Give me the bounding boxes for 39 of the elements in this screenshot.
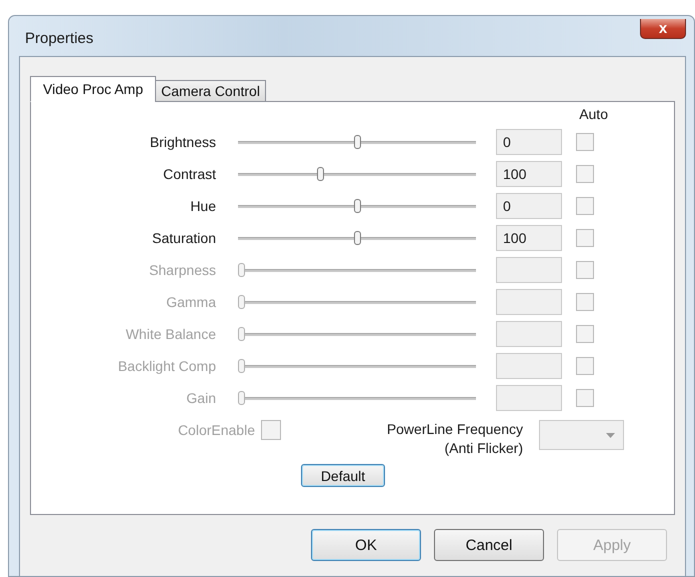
slider-label: Sharpness <box>148 262 217 278</box>
slider-thumb[interactable] <box>316 166 324 180</box>
checkbox[interactable] <box>261 420 281 440</box>
value-field[interactable]: 0 <box>496 193 562 219</box>
slider-label: Brightness <box>148 134 217 150</box>
button[interactable]: Cancel <box>434 529 544 561</box>
slider-label: Gamma <box>165 294 217 310</box>
slider-label: Contrast <box>162 166 217 182</box>
close-button[interactable]: x <box>640 19 686 39</box>
value-field[interactable]: 0 <box>496 129 562 155</box>
auto-checkbox[interactable] <box>576 197 594 215</box>
slider-label: Gain <box>185 390 217 406</box>
slider-label: Saturation <box>151 230 217 246</box>
value-field[interactable] <box>496 289 562 315</box>
value-field[interactable] <box>496 257 562 283</box>
slider-label: White Balance <box>124 326 217 342</box>
button[interactable]: Default <box>301 464 385 487</box>
value-field[interactable] <box>496 321 562 347</box>
auto-checkbox[interactable] <box>576 229 594 247</box>
slider-thumb[interactable] <box>354 198 361 212</box>
window-title: Properties <box>24 28 94 46</box>
slider-thumb[interactable] <box>354 230 361 244</box>
column-header: Auto <box>579 106 608 124</box>
value-field[interactable]: 100 <box>496 225 562 251</box>
value-field[interactable] <box>496 353 562 379</box>
auto-checkbox[interactable] <box>576 133 594 151</box>
auto-checkbox[interactable] <box>576 165 594 183</box>
dropdown-arrow-icon <box>606 432 615 438</box>
field-label: (Anti Flicker) <box>443 439 523 458</box>
value-field[interactable] <box>496 385 562 411</box>
checkbox-label: ColorEnable <box>178 422 255 438</box>
slider-thumb[interactable] <box>354 134 361 148</box>
button[interactable]: OK <box>311 529 421 561</box>
tab[interactable]: Camera Control <box>155 80 266 102</box>
tab[interactable]: Video Proc Amp <box>30 76 156 102</box>
slider-label: Backlight Comp <box>116 358 217 374</box>
value-field[interactable]: 100 <box>496 161 562 187</box>
slider-label: Hue <box>189 198 217 214</box>
field-label: PowerLine Frequency <box>386 420 523 439</box>
